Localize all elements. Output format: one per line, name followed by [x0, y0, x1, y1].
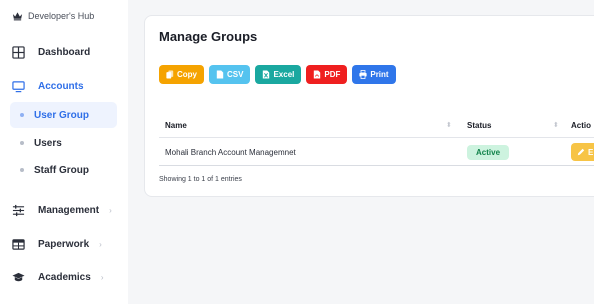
- crown-icon: [12, 12, 23, 21]
- sidebar-item-dashboard[interactable]: Dashboard: [12, 43, 90, 61]
- bullet-icon: [20, 113, 24, 117]
- excel-button-label: Excel: [273, 70, 295, 79]
- sidebar-item-accounts[interactable]: Accounts: [12, 77, 84, 95]
- sidebar-item-academics[interactable]: Academics ›: [12, 268, 103, 286]
- table-row: Mohali Branch Account Managemnet Active …: [159, 138, 594, 166]
- file-pdf-icon: [314, 70, 321, 79]
- table-header: Name ⬍ Status ⬍ Actio: [159, 112, 594, 138]
- monitor-icon: [12, 80, 25, 93]
- sidebar-item-label: Paperwork: [38, 238, 90, 250]
- column-header-status[interactable]: Status: [467, 112, 491, 138]
- copy-icon: [166, 70, 174, 79]
- printer-icon: [359, 70, 367, 79]
- sidebar-item-label: Dashboard: [38, 46, 91, 58]
- chevron-right-icon: ›: [99, 239, 102, 249]
- chevron-right-icon: ›: [109, 205, 112, 215]
- page-title: Manage Groups: [159, 29, 258, 44]
- edit-button[interactable]: E: [571, 143, 594, 161]
- sidebar-item-label: Academics: [38, 271, 91, 283]
- print-button[interactable]: Print: [352, 65, 396, 84]
- graduation-cap-icon: [12, 271, 25, 284]
- sidebar-subitem-staff-group[interactable]: Staff Group: [10, 157, 117, 183]
- file-csv-icon: [216, 70, 224, 79]
- grid-icon: [12, 45, 25, 59]
- csv-button[interactable]: CSV: [209, 65, 251, 84]
- pencil-icon: [577, 148, 585, 156]
- manage-groups-card: Manage Groups Copy CSV Excel PDF Print N…: [144, 15, 594, 197]
- brand-name: Developer's Hub: [28, 11, 95, 21]
- sidebar-item-management[interactable]: Management ›: [12, 201, 112, 219]
- sidebar-subitem-label: User Group: [34, 109, 90, 121]
- print-button-label: Print: [370, 70, 389, 79]
- chevron-right-icon: ›: [100, 272, 104, 282]
- pdf-button-label: PDF: [324, 70, 341, 79]
- table-icon: [12, 238, 25, 251]
- sidebar-item-paperwork[interactable]: Paperwork ›: [12, 235, 102, 253]
- file-excel-icon: [263, 70, 270, 79]
- sidebar-item-label: Accounts: [38, 80, 84, 92]
- sidebar-subitem-label: Staff Group: [34, 164, 89, 176]
- sort-icon[interactable]: ⬍: [446, 121, 452, 129]
- copy-button[interactable]: Copy: [159, 65, 204, 84]
- cell-action: E: [571, 138, 594, 166]
- csv-button-label: CSV: [227, 70, 244, 79]
- edit-button-label: E: [588, 147, 594, 157]
- cell-group-name: Mohali Branch Account Managemnet: [165, 147, 296, 157]
- pdf-button[interactable]: PDF: [306, 65, 348, 84]
- sort-icon[interactable]: ⬍: [553, 121, 559, 129]
- bullet-icon: [20, 141, 24, 145]
- status-badge: Active: [467, 144, 510, 160]
- brand[interactable]: Developer's Hub: [12, 11, 94, 21]
- copy-button-label: Copy: [177, 70, 197, 79]
- sliders-icon: [12, 204, 25, 217]
- column-header-action: Actio: [571, 120, 591, 130]
- sidebar-subitem-user-group[interactable]: User Group: [10, 102, 117, 128]
- sidebar: Developer's Hub Dashboard Accounts User …: [0, 0, 128, 304]
- entries-info: Showing 1 to 1 of 1 entries: [159, 176, 242, 183]
- sidebar-item-label: Management: [38, 204, 100, 216]
- excel-button[interactable]: Excel: [255, 65, 302, 84]
- cell-status: Active: [467, 138, 510, 166]
- column-header-name[interactable]: Name: [165, 112, 187, 138]
- bullet-icon: [20, 168, 24, 172]
- export-toolbar: Copy CSV Excel PDF Print: [159, 65, 396, 84]
- sidebar-subitem-label: Users: [34, 137, 62, 149]
- sidebar-subitem-users[interactable]: Users: [10, 130, 117, 156]
